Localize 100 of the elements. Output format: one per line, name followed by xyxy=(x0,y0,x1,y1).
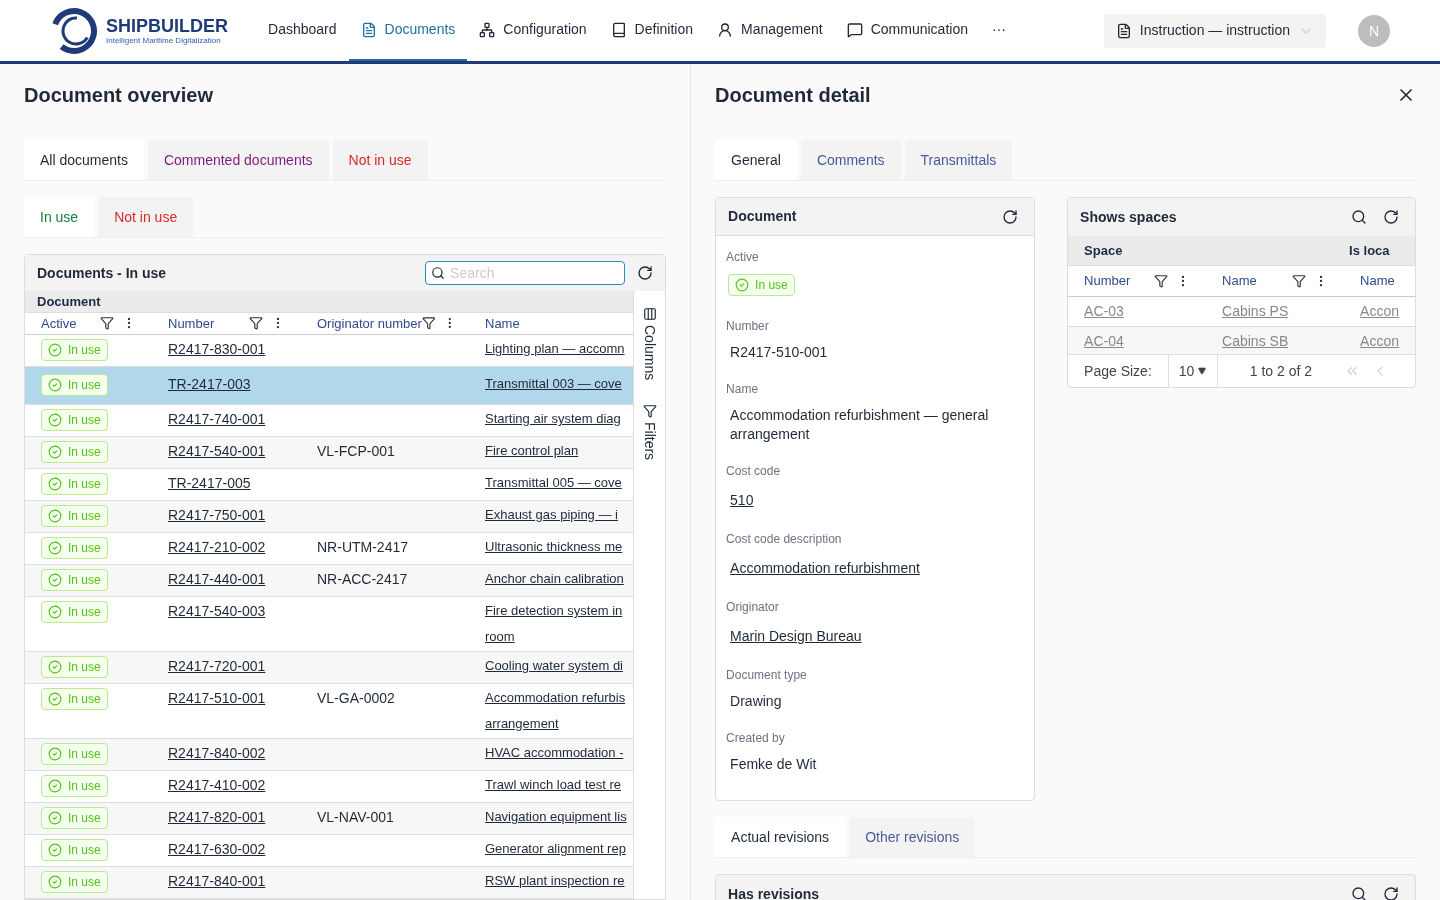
check-circle-icon xyxy=(48,343,62,357)
nav-tab[interactable]: Documents xyxy=(348,0,468,61)
nav-tab[interactable]: Management xyxy=(705,0,835,61)
number-link[interactable]: R2417-630-002 xyxy=(168,841,266,857)
column-header[interactable]: Name xyxy=(1222,271,1257,291)
number-link[interactable]: R2417-750-001 xyxy=(168,507,266,523)
column-header[interactable]: Active xyxy=(41,313,77,334)
nav-tab[interactable]: ··· xyxy=(979,0,1018,61)
space-link[interactable]: Cabins PS xyxy=(1222,303,1289,319)
name-link[interactable]: Exhaust gas piping — i xyxy=(485,505,618,525)
table-row[interactable]: In use R2417-720-001 Cooling water system di xyxy=(25,652,634,684)
side-panel-button[interactable]: Filters xyxy=(639,404,661,461)
name-link[interactable]: Trawl winch load test re xyxy=(485,775,622,795)
table-row[interactable]: In use R2417-840-001 RSW plant inspection re xyxy=(25,867,634,899)
column-header[interactable]: Number xyxy=(1084,271,1131,291)
filter-icon[interactable] xyxy=(249,316,263,331)
page-range: 1 to 2 of 2 xyxy=(1248,361,1314,381)
refresh-icon[interactable] xyxy=(637,265,654,281)
tab[interactable]: Not in use xyxy=(98,197,194,237)
table-row[interactable]: In use R2417-440-001 NR-ACC-2417 Anchor chain calibration xyxy=(25,565,634,597)
table-row[interactable]: In use TR-2417-003 Transmittal 003 — cove xyxy=(25,367,634,405)
tab[interactable]: Actual revisions xyxy=(715,817,846,857)
name-link[interactable]: HVAC accommodation - xyxy=(485,743,624,763)
column-group-header: Document xyxy=(37,292,101,311)
nav-tab[interactable]: Communication xyxy=(834,0,980,61)
table-row[interactable]: In use R2417-820-001 VL-NAV-001 Navigation equipment lis xyxy=(25,803,634,835)
name-link[interactable]: Starting air system diag xyxy=(485,409,621,429)
refresh-icon[interactable] xyxy=(1383,886,1399,900)
number-link[interactable]: R2417-410-002 xyxy=(168,777,266,793)
card-title: Has revisions xyxy=(728,884,821,900)
status-badge: In use xyxy=(41,537,108,559)
context-selector[interactable]: Instruction — instruction xyxy=(1103,13,1326,48)
number-link[interactable]: R2417-540-001 xyxy=(168,443,266,459)
search-icon[interactable] xyxy=(1351,886,1367,900)
tab[interactable]: In use xyxy=(24,197,95,237)
refresh-icon[interactable] xyxy=(1383,209,1399,225)
panel-title: Document detail xyxy=(715,83,872,108)
filter-icon[interactable] xyxy=(1154,274,1169,288)
refresh-icon[interactable] xyxy=(1002,208,1019,225)
name-link[interactable]: Ultrasonic thickness me xyxy=(485,537,623,557)
number-link[interactable]: R2417-210-002 xyxy=(168,539,266,555)
table-row[interactable]: In use R2417-750-001 Exhaust gas piping — i xyxy=(25,501,634,533)
name-link[interactable]: Generator alignment rep xyxy=(485,839,626,859)
filter-icon[interactable] xyxy=(1292,274,1307,288)
tab[interactable]: Comments xyxy=(800,140,901,180)
document-icon xyxy=(360,21,377,38)
nav-tab[interactable]: Definition xyxy=(598,0,705,61)
number-link[interactable]: TR-2417-003 xyxy=(168,376,251,392)
column-header[interactable]: Originator number xyxy=(317,313,422,334)
status-badge: In use xyxy=(41,473,108,495)
table-row[interactable]: In use R2417-540-001 VL-FCP-001 Fire control plan xyxy=(25,437,634,469)
name-link[interactable]: RSW plant inspection re xyxy=(485,871,625,891)
name-link[interactable]: Navigation equipment lis xyxy=(485,807,627,827)
space-link[interactable]: AC-03 xyxy=(1084,303,1124,319)
number-link[interactable]: R2417-820-001 xyxy=(168,809,266,825)
brand-tagline: Intelligent Maritime Digitalization xyxy=(106,36,222,45)
name-link[interactable]: room xyxy=(485,627,515,647)
number-link[interactable]: R2417-510-001 xyxy=(168,690,266,706)
tab[interactable]: Transmittals xyxy=(904,140,1013,180)
name-link[interactable]: Anchor chain calibration xyxy=(485,569,624,589)
tab[interactable]: Not in use xyxy=(332,140,428,180)
field-value: Accommodation refurbishment — general arrangement xyxy=(729,406,990,444)
number-link[interactable]: R2417-840-001 xyxy=(168,873,266,889)
column-header[interactable]: Number xyxy=(168,313,215,334)
table-row[interactable]: In use R2417-840-002 HVAC accommodation - xyxy=(25,739,634,771)
number-link[interactable]: R2417-830-001 xyxy=(168,341,266,357)
number-link[interactable]: R2417-440-001 xyxy=(168,571,266,587)
name-link[interactable]: arrangement xyxy=(485,714,559,734)
name-link[interactable]: Fire detection system in xyxy=(485,601,623,621)
number-link[interactable]: R2417-740-001 xyxy=(168,411,266,427)
page-size-select[interactable]: 10 xyxy=(1167,355,1218,387)
name-link[interactable]: Transmittal 003 — cove xyxy=(485,374,622,394)
panel-title: Document overview xyxy=(24,83,214,108)
tab[interactable]: Other revisions xyxy=(849,817,976,857)
name-link[interactable]: Accommodation refurbis xyxy=(485,688,626,708)
filter-icon[interactable] xyxy=(421,316,436,331)
space-link[interactable]: Accon xyxy=(1360,303,1399,319)
name-link[interactable]: Cooling water system di xyxy=(485,656,623,676)
name-link[interactable]: Lighting plan — accomn xyxy=(485,339,625,359)
column-group-header: Space xyxy=(1083,241,1124,260)
field-label: Cost code xyxy=(726,463,782,480)
field-link[interactable]: Marin Design Bureau xyxy=(726,628,866,644)
filter-icon[interactable] xyxy=(100,316,114,331)
field-link[interactable]: Accommodation refurbishment xyxy=(726,560,924,576)
nav-tab[interactable]: Configuration xyxy=(467,0,599,61)
tab[interactable]: General xyxy=(715,140,797,180)
column-header[interactable]: Name xyxy=(485,313,520,334)
field-link[interactable]: 510 xyxy=(726,492,758,508)
number-link[interactable]: R2417-840-002 xyxy=(168,745,266,761)
search-icon[interactable] xyxy=(1351,209,1367,225)
number-link[interactable]: R2417-540-003 xyxy=(168,603,266,619)
side-panel-button[interactable]: Columns xyxy=(639,307,661,381)
number-link[interactable]: R2417-720-001 xyxy=(168,658,266,674)
column-header[interactable]: Name xyxy=(1360,271,1395,291)
nav-tab[interactable]: Dashboard xyxy=(256,0,349,61)
name-link[interactable]: Transmittal 005 — cove xyxy=(485,473,622,493)
tab[interactable]: All documents xyxy=(24,140,144,180)
name-link[interactable]: Fire control plan xyxy=(485,441,579,461)
tab[interactable]: Commented documents xyxy=(147,140,329,180)
number-link[interactable]: TR-2417-005 xyxy=(168,475,251,491)
